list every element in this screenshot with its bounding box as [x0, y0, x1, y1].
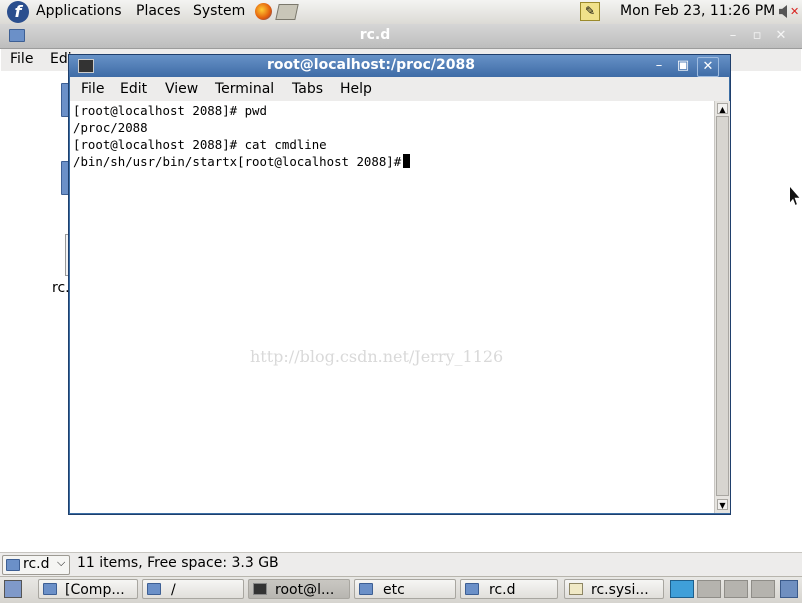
fedora-logo-icon[interactable]: f	[7, 1, 29, 23]
fm-menu-file[interactable]: File	[10, 51, 33, 67]
scroll-down-icon[interactable]: ▼	[717, 499, 728, 510]
terminal-window[interactable]: root@localhost:/proc/2088 – ▣ ✕ File Edi…	[68, 54, 731, 515]
file-label: rc.	[52, 280, 70, 296]
workspace-3[interactable]	[724, 580, 748, 598]
taskbar-item-label: /	[171, 582, 176, 598]
workspace-2[interactable]	[697, 580, 721, 598]
taskbar-item-label: rc.d	[489, 582, 516, 598]
folder-icon	[359, 583, 373, 595]
status-text: 11 items, Free space: 3.3 GB	[77, 555, 279, 571]
watermark: http://blog.csdn.net/Jerry_1126	[250, 347, 504, 366]
taskbar-item-rc-sysinit[interactable]: rc.sysi...	[564, 579, 664, 599]
clock[interactable]: Mon Feb 23, 11:26 PM	[620, 3, 775, 19]
terminal-icon	[253, 583, 267, 595]
show-desktop-icon[interactable]	[4, 580, 22, 598]
text-cursor	[403, 154, 411, 168]
menu-tabs[interactable]: Tabs	[292, 81, 323, 97]
terminal-output: [root@localhost 2088]# pwd/proc/2088 [roo…	[73, 102, 411, 170]
folder-icon	[6, 559, 20, 571]
maximize-icon[interactable]: ▫	[749, 28, 765, 44]
menu-edit[interactable]: Edit	[120, 81, 147, 97]
file-manager-title: rc.d	[359, 27, 391, 43]
terminal-line: /proc/2088	[73, 120, 148, 135]
terminal-line: /bin/sh/usr/bin/startx[root@localhost 20…	[73, 153, 411, 170]
minimize-icon[interactable]: –	[649, 57, 669, 75]
terminal-line: [root@localhost 2088]# pwd	[73, 103, 267, 118]
minimize-icon[interactable]: –	[725, 28, 741, 44]
scroll-up-icon[interactable]: ▲	[717, 103, 728, 114]
maximize-icon[interactable]: ▣	[673, 57, 693, 75]
menu-terminal[interactable]: Terminal	[215, 81, 274, 97]
close-icon[interactable]: ✕	[773, 28, 789, 44]
folder-icon	[465, 583, 479, 595]
taskbar-item-computer[interactable]: [Comp...	[38, 579, 138, 599]
chevron-down-icon: ⌵	[57, 556, 66, 569]
scrollbar-thumb[interactable]	[716, 116, 729, 496]
top-panel: f Applications Places System ✎ Mon Feb 2…	[0, 0, 802, 25]
close-icon[interactable]: ✕	[697, 57, 719, 77]
menu-help[interactable]: Help	[340, 81, 372, 97]
terminal-screen[interactable]: [root@localhost 2088]# pwd/proc/2088 [roo…	[70, 101, 714, 513]
workspace-1[interactable]	[670, 580, 694, 598]
terminal-line: [root@localhost 2088]# cat cmdline	[73, 137, 327, 152]
system-menu[interactable]: System	[193, 3, 245, 19]
location-dropdown[interactable]: rc.d ⌵	[2, 555, 70, 575]
terminal-title: root@localhost:/proc/2088	[266, 57, 476, 73]
taskbar-item-rcd[interactable]: rc.d	[460, 579, 558, 599]
taskbar-item-label: root@l...	[275, 582, 335, 598]
firefox-icon[interactable]	[255, 3, 272, 20]
places-menu[interactable]: Places	[136, 3, 181, 19]
bottom-panel: [Comp... / root@l... etc rc.d rc.sysi...	[0, 576, 802, 603]
menu-view[interactable]: View	[165, 81, 198, 97]
taskbar-item-label: etc	[383, 582, 405, 598]
taskbar-item-etc[interactable]: etc	[354, 579, 456, 599]
taskbar-item-label: rc.sysi...	[591, 582, 649, 598]
menu-file[interactable]: File	[81, 81, 104, 97]
location-value: rc.d	[23, 556, 50, 572]
file-manager-statusbar: rc.d ⌵ 11 items, Free space: 3.3 GB	[0, 552, 802, 577]
terminal-scrollbar[interactable]: ▲ ▼	[714, 101, 730, 513]
folder-icon	[43, 583, 57, 595]
folder-icon	[147, 583, 161, 595]
terminal-titlebar[interactable]: root@localhost:/proc/2088 – ▣ ✕	[69, 55, 730, 77]
taskbar-item-root-folder[interactable]: /	[142, 579, 244, 599]
applications-menu[interactable]: Applications	[36, 3, 122, 19]
trash-icon[interactable]	[780, 580, 798, 598]
file-manager-titlebar[interactable]: rc.d – ▫ ✕	[0, 24, 802, 49]
taskbar-item-terminal[interactable]: root@l...	[248, 579, 350, 599]
terminal-menubar: File Edit View Terminal Tabs Help	[70, 77, 729, 101]
workspace-4[interactable]	[751, 580, 775, 598]
text-editor-icon	[569, 583, 583, 595]
volume-icon[interactable]	[779, 5, 787, 18]
notes-applet-icon[interactable]: ✎	[580, 2, 600, 21]
taskbar-item-label: [Comp...	[65, 582, 125, 598]
mail-launcher-icon[interactable]	[275, 4, 299, 20]
network-status-icon[interactable]: ✕	[790, 4, 800, 19]
